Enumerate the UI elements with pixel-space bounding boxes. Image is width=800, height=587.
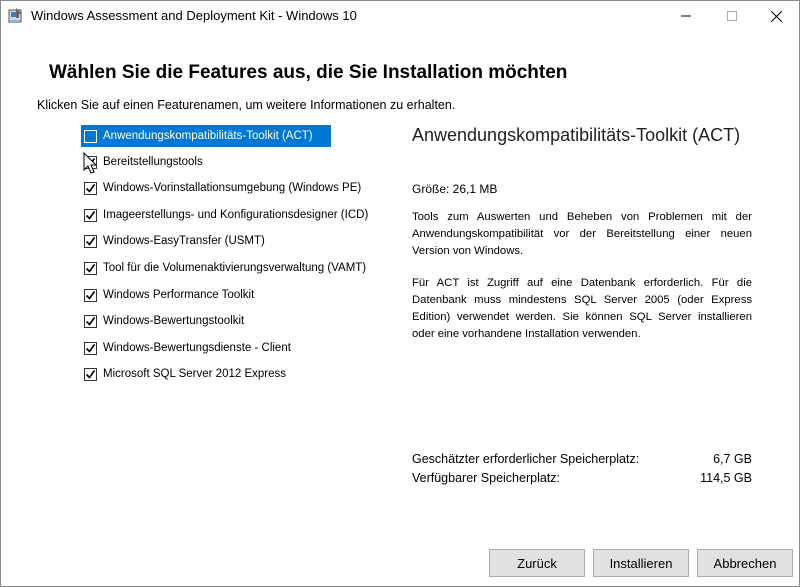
feature-checkbox-icd[interactable]: [84, 208, 97, 222]
storage-summary: Geschätzter erforderlicher Speicherplatz…: [412, 452, 752, 490]
close-icon: [770, 10, 782, 22]
feature-detail-size: Größe: 26,1 MB: [412, 182, 498, 196]
minimize-button[interactable]: [663, 1, 709, 31]
feature-item-assessment-client[interactable]: Windows-Bewertungsdienste - Client: [81, 337, 377, 359]
storage-required-row: Geschätzter erforderlicher Speicherplatz…: [412, 452, 752, 471]
feature-checkbox-assessment-toolkit[interactable]: [84, 314, 97, 328]
feature-checkbox-assessment-client[interactable]: [84, 341, 97, 355]
feature-label-windows-pe[interactable]: Windows-Vorinstallationsumgebung (Window…: [101, 178, 365, 198]
maximize-icon: [727, 11, 737, 21]
feature-item-act[interactable]: Anwendungskompatibilitäts-Toolkit (ACT): [81, 125, 331, 147]
feature-label-assessment-client[interactable]: Windows-Bewertungsdienste - Client: [101, 338, 295, 358]
feature-item-vamt[interactable]: Tool für die Volumenaktivierungsverwaltu…: [81, 257, 377, 279]
checkmark-icon: [85, 369, 96, 379]
maximize-button[interactable]: [709, 1, 755, 31]
feature-detail-description: Tools zum Auswerten und Beheben von Prob…: [412, 209, 752, 358]
feature-checkbox-windows-pe[interactable]: [84, 181, 97, 195]
minimize-icon: [681, 15, 691, 17]
feature-item-assessment-toolkit[interactable]: Windows-Bewertungstoolkit: [81, 310, 377, 332]
checkmark-icon: [85, 236, 96, 246]
feature-item-icd[interactable]: Imageerstellungs- und Konfigurationsdesi…: [81, 204, 377, 226]
feature-item-deployment-tools[interactable]: Bereitstellungstools: [81, 151, 377, 173]
page-heading: Wählen Sie die Features aus, die Sie Ins…: [49, 62, 568, 83]
back-button[interactable]: Zurück: [489, 549, 585, 577]
checkmark-icon: [85, 343, 96, 353]
feature-label-icd[interactable]: Imageerstellungs- und Konfigurationsdesi…: [101, 205, 372, 225]
feature-checkbox-vamt[interactable]: [84, 261, 97, 275]
feature-checkbox-performance-toolkit[interactable]: [84, 288, 97, 302]
checkmark-icon: [85, 316, 96, 326]
title-bar[interactable]: Windows Assessment and Deployment Kit - …: [1, 1, 799, 31]
feature-item-usmt[interactable]: Windows-EasyTransfer (USMT): [81, 230, 377, 252]
storage-required-value: 6,7 GB: [713, 452, 752, 466]
window-title: Windows Assessment and Deployment Kit - …: [31, 8, 357, 23]
storage-required-label: Geschätzter erforderlicher Speicherplatz…: [412, 452, 640, 466]
feature-label-act[interactable]: Anwendungskompatibilitäts-Toolkit (ACT): [101, 126, 317, 146]
close-button[interactable]: [753, 1, 799, 31]
storage-available-label: Verfügbarer Speicherplatz:: [412, 471, 561, 485]
feature-label-sql-server[interactable]: Microsoft SQL Server 2012 Express: [101, 364, 290, 384]
checkmark-icon: [85, 183, 96, 193]
feature-description-paragraph-2: Für ACT ist Zugriff auf eine Datenbank e…: [412, 277, 752, 340]
checkmark-icon: [85, 290, 96, 300]
checkmark-icon: [85, 263, 96, 273]
feature-label-assessment-toolkit[interactable]: Windows-Bewertungstoolkit: [101, 311, 248, 331]
storage-available-value: 114,5 GB: [700, 471, 752, 485]
install-button[interactable]: Installieren: [593, 549, 689, 577]
setup-app-icon: [8, 8, 22, 23]
feature-item-performance-toolkit[interactable]: Windows Performance Toolkit: [81, 284, 377, 306]
checkmark-icon: [85, 210, 96, 220]
feature-checkbox-usmt[interactable]: [84, 234, 97, 248]
feature-description-paragraph-1: Tools zum Auswerten und Beheben von Prob…: [412, 211, 752, 257]
feature-label-performance-toolkit[interactable]: Windows Performance Toolkit: [101, 285, 258, 305]
feature-detail-title: Anwendungskompatibilitäts-Toolkit (ACT): [412, 125, 741, 145]
feature-item-windows-pe[interactable]: Windows-Vorinstallationsumgebung (Window…: [81, 177, 377, 199]
setup-window: Windows Assessment and Deployment Kit - …: [0, 0, 800, 587]
feature-label-vamt[interactable]: Tool für die Volumenaktivierungsverwaltu…: [101, 258, 370, 278]
feature-label-usmt[interactable]: Windows-EasyTransfer (USMT): [101, 231, 269, 251]
feature-checkbox-sql-server[interactable]: [84, 367, 97, 381]
feature-item-sql-server[interactable]: Microsoft SQL Server 2012 Express: [81, 363, 377, 385]
page-subtitle: Klicken Sie auf einen Featurenamen, um w…: [37, 98, 456, 112]
storage-available-row: Verfügbarer Speicherplatz: 114,5 GB: [412, 471, 752, 490]
mouse-pointer-icon: [83, 152, 98, 174]
cancel-button[interactable]: Abbrechen: [697, 549, 793, 577]
feature-checkbox-act[interactable]: [84, 129, 97, 143]
feature-label-deployment-tools[interactable]: Bereitstellungstools: [101, 152, 207, 172]
